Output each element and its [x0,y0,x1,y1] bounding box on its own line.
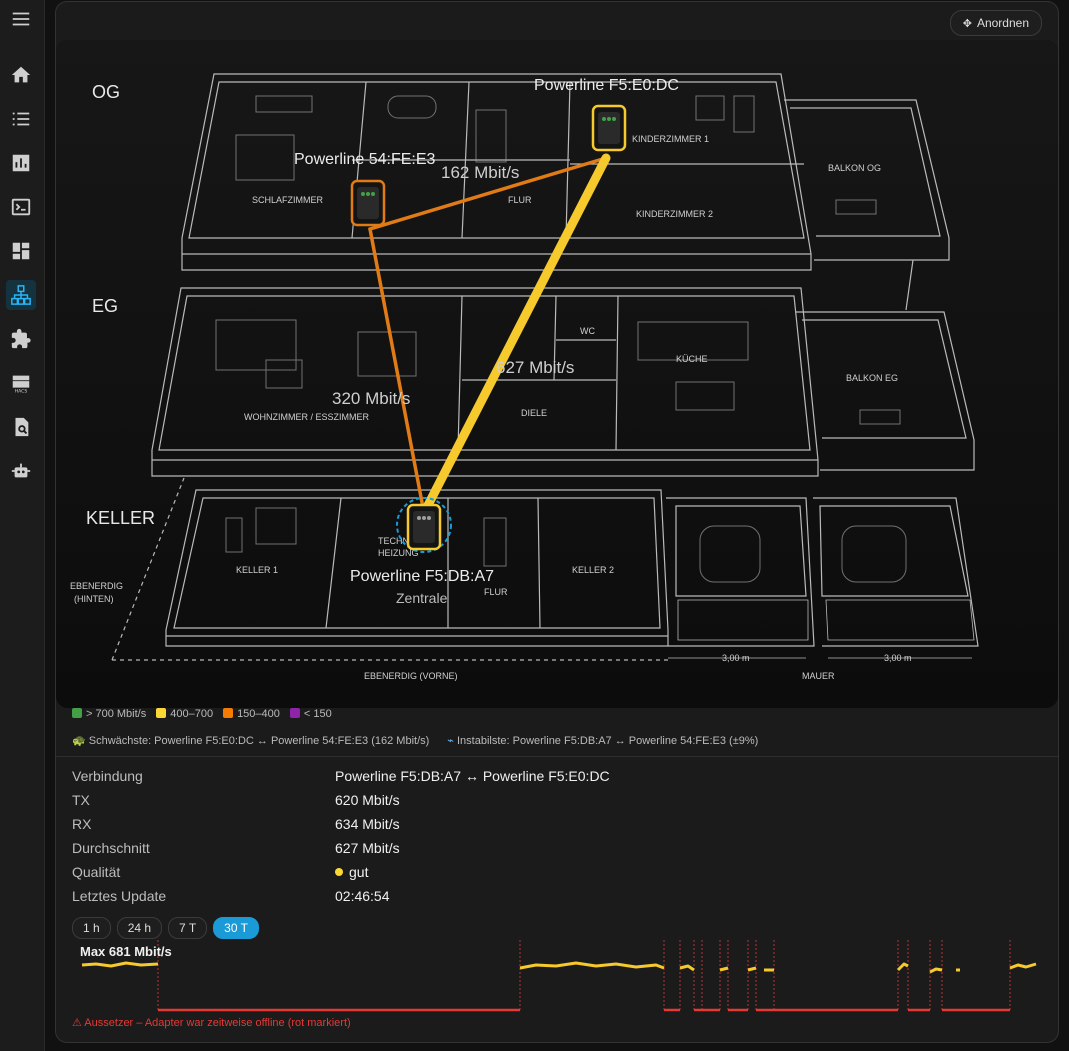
device-label-54fee3: Powerline 54:FE:E3 [294,151,436,168]
hacs-icon[interactable]: HACS [6,368,36,398]
device-label-f5dba7: Powerline F5:DB:A7 [350,568,494,585]
link-summary: 🐢 Schwächste: Powerline F5:E0:DC ↔ Power… [72,734,758,747]
floor-label-og: OG [92,82,120,102]
dashboard-icon[interactable] [6,236,36,266]
detail-row: Letztes Update 02:46:54 [72,888,390,904]
room-balkon-eg: BALKON EG [846,373,898,383]
powerline-card: ✥ Anordnen OG EG KELLER SCHLAFZIMMER FLU… [55,1,1059,1043]
room-balkon-og: BALKON OG [828,163,881,173]
offline-warning: ⚠ Aussetzer – Adapter war zeitweise offl… [72,1017,351,1029]
room-keller1: KELLER 1 [236,565,278,575]
detail-row: Qualität gut [72,864,369,880]
room-schlafzimmer: SCHLAFZIMMER [252,195,324,205]
detail-row: Verbindung Powerline F5:DB:A7 ↔ Powerline… [72,768,610,784]
link-label-627: 627 Mbit/s [496,358,574,377]
floor-label-keller: KELLER [86,508,155,528]
label-dim1: 3,00 m [722,653,750,663]
link-details: Verbindung Powerline F5:DB:A7 ↔ Powerline… [72,768,610,912]
home-icon[interactable] [6,60,36,90]
room-flur-keller: FLUR [484,587,508,597]
turtle-icon: 🐢 [72,735,86,747]
label-ebenerdig-hinten-b: (HINTEN) [74,594,114,604]
puzzle-icon[interactable] [6,324,36,354]
link-label-162: 162 Mbit/s [441,163,519,182]
move-icon: ✥ [962,17,972,30]
quality-dot [335,868,343,876]
detail-row: Durchschnitt 627 Mbit/s [72,840,400,856]
file-search-icon[interactable] [6,412,36,442]
arrange-button[interactable]: ✥ Anordnen [949,10,1042,36]
room-wc: WC [580,326,595,336]
label-ebenerdig-hinten-a: EBENERDIG [70,581,123,591]
sidebar: HACS [0,0,45,1051]
weakest-link: 🐢 Schwächste: Powerline F5:E0:DC ↔ Power… [72,735,430,747]
room-kinderzimmer1: KINDERZIMMER 1 [632,134,709,144]
floor-label-eg: EG [92,296,118,316]
link-label-320: 320 Mbit/s [332,389,410,408]
room-kinderzimmer2: KINDERZIMMER 2 [636,209,713,219]
label-ebenerdig-vorne: EBENERDIG (VORNE) [364,671,458,681]
arrange-label: Anordnen [976,16,1029,30]
zigzag-icon: ⌁ [447,735,454,747]
room-wohnzimmer: WOHNZIMMER / ESSZIMMER [244,412,369,422]
device-central-label: Zentrale [396,590,448,606]
room-flur-og: FLUR [508,195,532,205]
divider [56,756,1058,757]
chart-icon[interactable] [6,148,36,178]
range-7t-button[interactable]: 7 T [168,917,208,939]
history-max-label: Max 681 Mbit/s [80,944,172,959]
legend-item: < 150 [289,708,332,720]
terminal-icon[interactable] [6,192,36,222]
history-sparkline [81,940,1037,1012]
list-icon[interactable] [6,104,36,134]
room-keller2: KELLER 2 [572,565,614,575]
network-icon[interactable] [6,280,36,310]
range-24h-button[interactable]: 24 h [116,917,163,939]
legend-item: > 700 Mbit/s [72,708,146,720]
legend-item: 400–700 [156,708,213,720]
legend-item: 150–400 [223,708,280,720]
robot-icon[interactable] [6,456,36,486]
detail-row: RX 634 Mbit/s [72,816,400,832]
unstable-link: ⌁ Instabilste: Powerline F5:DB:A7 ↔ Powe… [447,735,759,747]
time-range-selector: 1 h 24 h 7 T 30 T [72,917,259,939]
menu-icon[interactable] [6,4,36,34]
speed-legend: > 700 Mbit/s 400–700 150–400 < 150 [72,708,332,720]
room-kueche: KÜCHE [676,354,708,364]
label-mauer: MAUER [802,671,835,681]
room-diele: DIELE [521,408,547,418]
range-1h-button[interactable]: 1 h [72,917,111,939]
detail-row: TX 620 Mbit/s [72,792,400,808]
svg-text:HACS: HACS [15,389,28,394]
device-label-f5e0dc: Powerline F5:E0:DC [534,77,679,94]
label-dim2: 3,00 m [884,653,912,663]
device-54fee3[interactable] [350,179,386,227]
range-30t-button[interactable]: 30 T [213,917,259,939]
device-f5e0dc[interactable] [591,104,627,152]
floor-plan: OG EG KELLER SCHLAFZIMMER FLUR KINDERZIM… [56,40,1058,708]
